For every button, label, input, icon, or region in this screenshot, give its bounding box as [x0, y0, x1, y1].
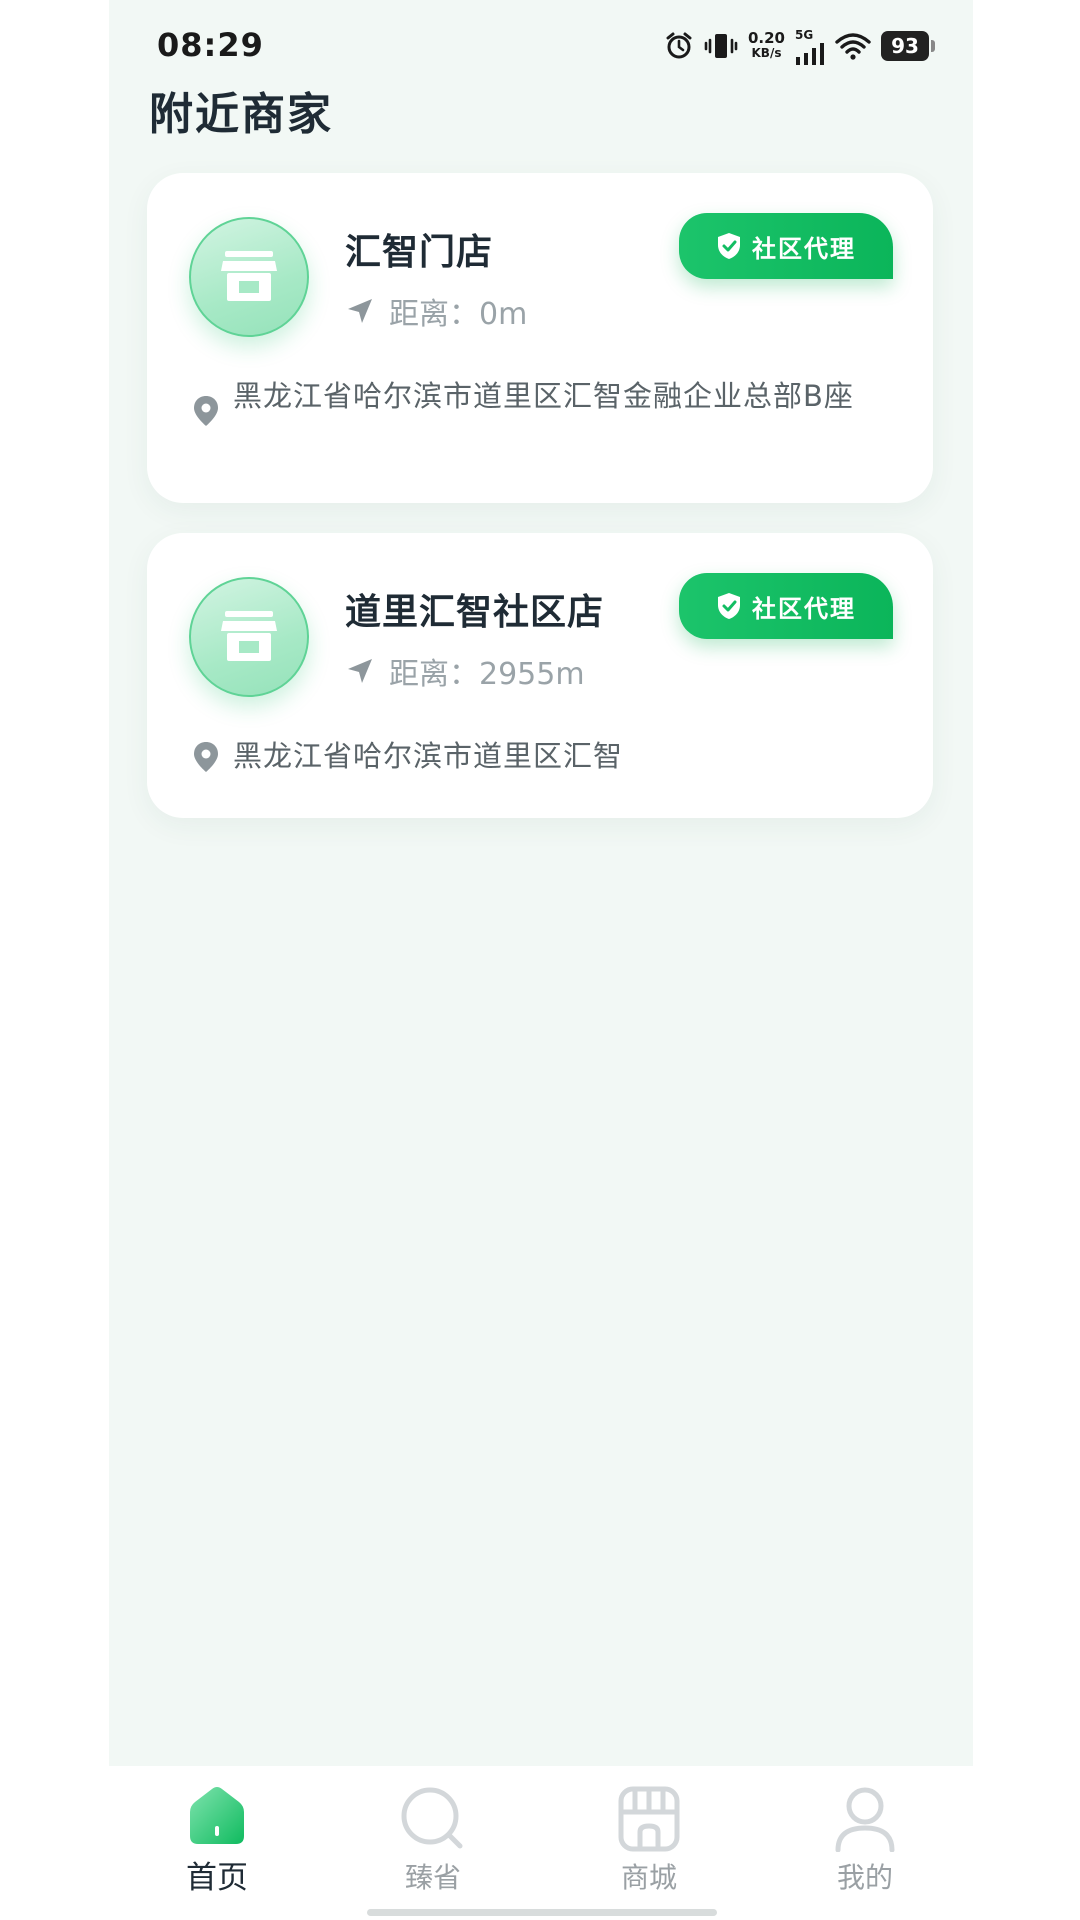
store-distance: 距离：0m: [389, 297, 528, 332]
wifi-icon: [835, 33, 871, 60]
community-agent-badge: 社区代理: [679, 213, 893, 279]
tab-mall[interactable]: 商城: [541, 1766, 757, 1920]
alarm-icon: [666, 32, 692, 59]
battery-indicator: 93: [881, 31, 935, 61]
storefront-icon: [221, 611, 277, 661]
store-card[interactable]: 汇智门店 社区代理 距离：0m 黑龙江省哈尔滨市道里区汇智金融企业总部B座: [147, 173, 933, 503]
search-icon: [401, 1787, 463, 1849]
vibrate-icon: [704, 34, 738, 58]
address-row: 黑龙江省哈尔滨市道里区汇智: [193, 733, 893, 779]
signal-icon: [796, 42, 824, 65]
community-agent-badge: 社区代理: [679, 573, 893, 639]
navigation-arrow-icon: [348, 299, 372, 323]
bottom-tab-bar: 首页 臻省 商城 我的: [109, 1766, 973, 1920]
app-screen: 08:29 0.20 KB/s 5G 93 附近商家 汇智门店 社区代理 距离：…: [109, 0, 973, 1920]
badge-label: 社区代理: [752, 594, 856, 623]
store-address: 黑龙江省哈尔滨市道里区汇智: [233, 739, 624, 773]
home-indicator[interactable]: [367, 1909, 717, 1916]
tab-label: 我的: [836, 1861, 893, 1894]
shield-check-icon: [718, 233, 740, 259]
user-icon: [835, 1787, 895, 1852]
tab-zhensheng[interactable]: 臻省: [325, 1766, 541, 1920]
status-time: 08:29: [157, 26, 264, 64]
distance-row: 距离：2955m: [345, 651, 585, 692]
shield-check-icon: [718, 593, 740, 619]
tab-mine[interactable]: 我的: [757, 1766, 973, 1920]
store-address: 黑龙江省哈尔滨市道里区汇智金融企业总部B座: [233, 379, 854, 413]
page-title: 附近商家: [149, 89, 333, 140]
store-avatar: [189, 577, 309, 697]
network-type-label: 5G: [795, 27, 814, 42]
storefront-icon: [221, 251, 277, 301]
net-speed-value: 0.20: [747, 29, 785, 47]
store-name: 道里汇智社区店: [345, 592, 605, 633]
badge-label: 社区代理: [752, 234, 856, 263]
tab-label: 首页: [186, 1860, 248, 1896]
navigation-arrow-icon: [348, 659, 372, 683]
tab-label: 臻省: [404, 1861, 461, 1894]
store-card[interactable]: 道里汇智社区店 社区代理 距离：2955m 黑龙江省哈尔滨市道里区汇智: [147, 533, 933, 818]
store-avatar: [189, 217, 309, 337]
tab-label: 商城: [620, 1861, 677, 1894]
location-pin-icon: [194, 396, 218, 426]
store-distance: 距离：2955m: [389, 657, 585, 692]
tab-home[interactable]: 首页: [109, 1766, 325, 1920]
shop-icon: [618, 1786, 680, 1852]
net-speed-unit: KB/s: [751, 46, 782, 60]
address-row: 黑龙江省哈尔滨市道里区汇智金融企业总部B座: [193, 373, 893, 427]
net-speed-indicator: 0.20 KB/s: [748, 31, 785, 61]
home-icon: [190, 1787, 244, 1844]
cellular-signal: 5G: [795, 28, 825, 65]
location-pin-icon: [194, 742, 218, 772]
store-name: 汇智门店: [345, 232, 494, 273]
distance-row: 距离：0m: [345, 291, 528, 332]
status-icons: 0.20 KB/s 5G 93: [664, 28, 935, 65]
